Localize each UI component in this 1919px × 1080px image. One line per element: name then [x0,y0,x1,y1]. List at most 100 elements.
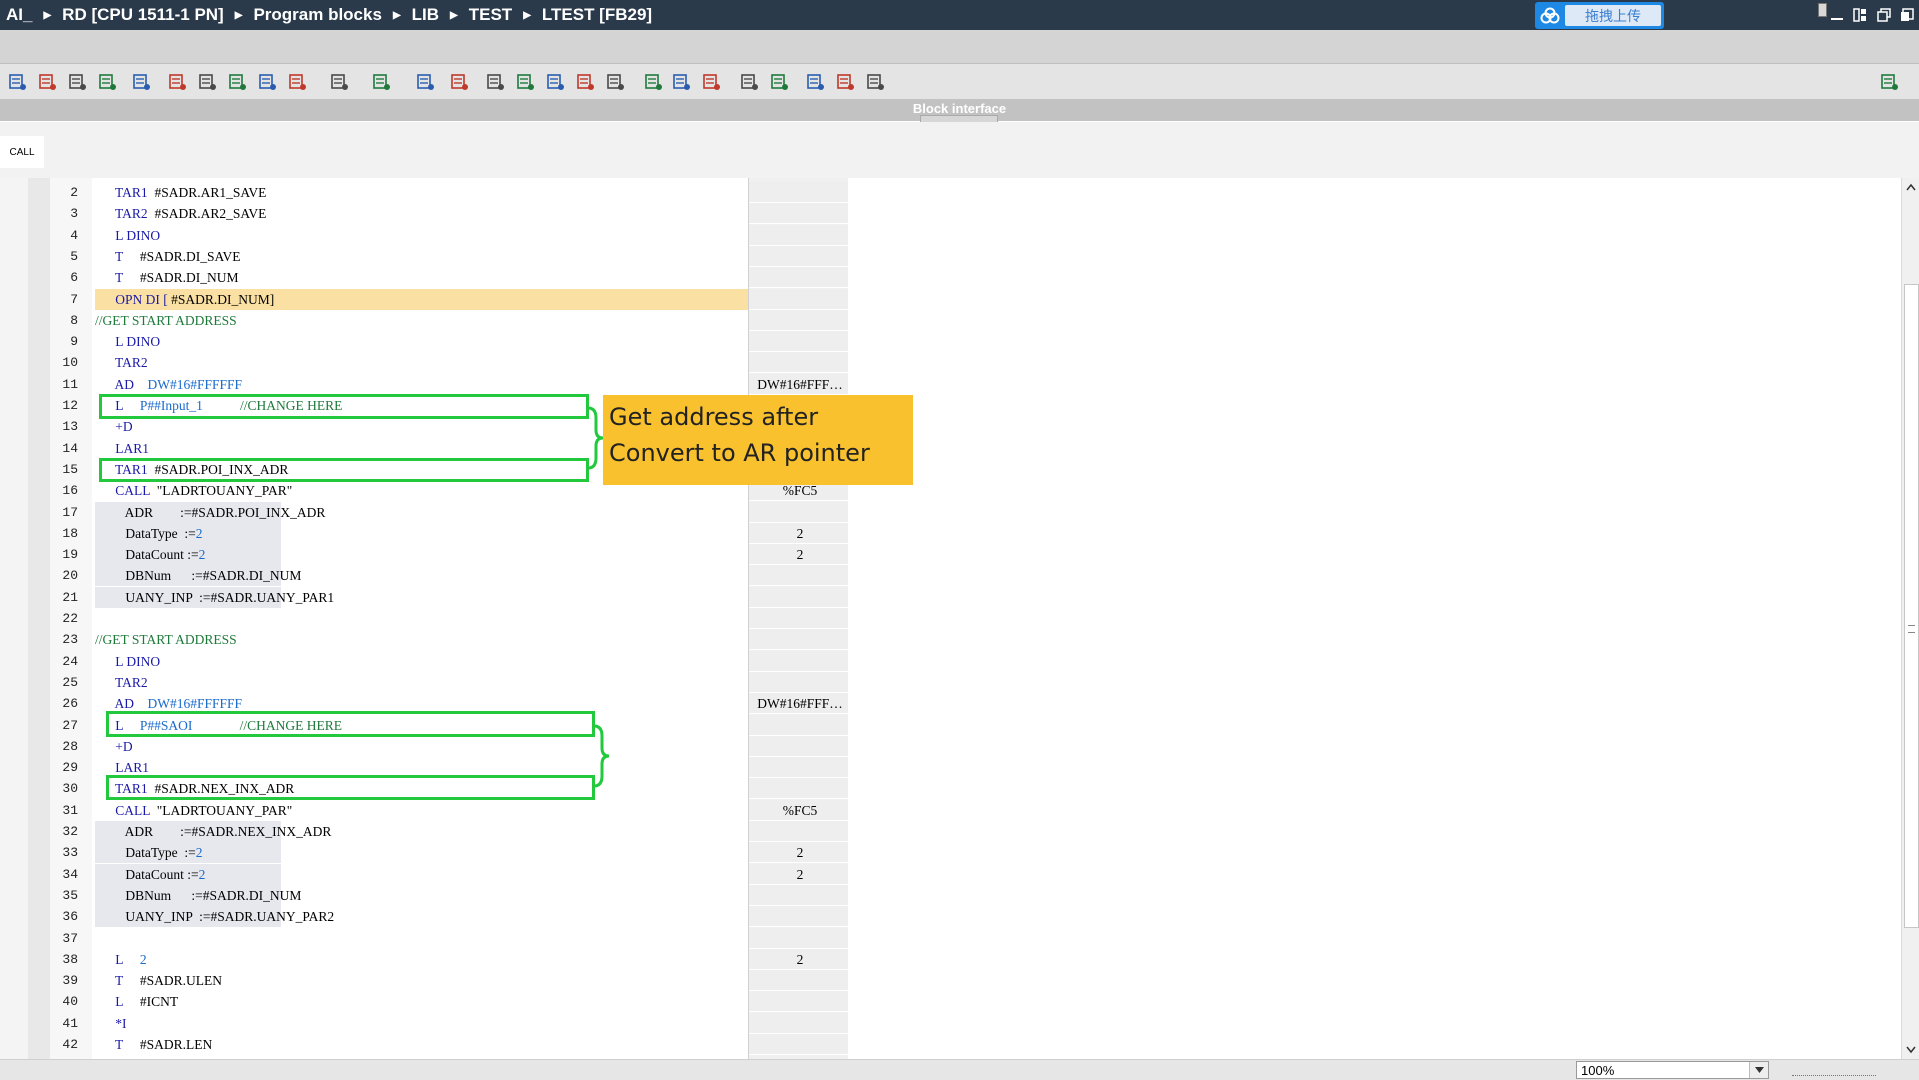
upload-button[interactable]: 拖拽上传 [1535,2,1664,29]
add-row-icon[interactable] [98,72,118,92]
code-line[interactable]: 14 LAR1 [0,437,1900,459]
code-line[interactable]: 24 L DINO [0,650,1900,672]
code-line[interactable]: 19 DataCount :=2 2 [0,544,1900,566]
indent-left-icon[interactable] [672,72,692,92]
settings-icon[interactable] [866,72,886,92]
code-text[interactable]: TAR1 #SADR.AR1_SAVE [95,185,266,201]
code-line[interactable]: 4 L DINO [0,224,1900,246]
code-text[interactable]: UANY_INP :=#SADR.UANY_PAR2 [95,909,334,925]
code-line[interactable]: 37 [0,927,1900,949]
vertical-scrollbar[interactable] [1901,178,1919,1059]
code-line[interactable]: 5 T #SADR.DI_SAVE [0,245,1900,267]
code-text[interactable]: L #ICNT [95,994,178,1010]
redo-icon[interactable] [770,72,790,92]
code-text[interactable]: L DINO [95,654,160,670]
code-text[interactable]: DBNum :=#SADR.DI_NUM [95,888,301,904]
code-text[interactable]: L DINO [95,228,160,244]
previous-icon[interactable] [644,72,664,92]
comment-icon[interactable] [258,72,278,92]
scroll-thumb[interactable] [1904,284,1919,928]
code-line[interactable]: 11 AD DW#16#FFFFFF DW#16#FFF… [0,373,1900,395]
code-text[interactable]: L 2 [95,952,146,968]
code-text[interactable]: L DINO [95,334,160,350]
code-text[interactable]: T #SADR.DI_NUM [95,270,239,286]
code-line[interactable]: 42 T #SADR.LEN [0,1034,1900,1055]
zoom-slider[interactable] [1792,1067,1876,1076]
stl-code-editor[interactable]: 2 TAR1 #SADR.AR1_SAVE 3 TAR2 #SADR.AR2_SA… [0,178,1901,1059]
close-icon[interactable] [1898,6,1916,24]
code-line[interactable]: 6 T #SADR.DI_NUM [0,267,1900,289]
zoom-slider-handle[interactable] [1818,3,1827,17]
close-all-icon[interactable] [330,72,350,92]
minimize-icon[interactable] [1828,6,1846,24]
code-line[interactable]: 38 L 22 [0,948,1900,970]
tab-call[interactable]: CALL [0,136,44,168]
code-text[interactable]: TAR2 #SADR.AR2_SAVE [95,206,266,222]
code-text[interactable]: UANY_INP :=#SADR.UANY_PAR1 [95,590,334,606]
code-text[interactable]: //GET START ADDRESS [95,632,237,648]
breadcrumb-item[interactable]: AI_ [6,5,32,25]
code-text[interactable]: *I [95,1016,126,1032]
breadcrumb-item[interactable]: LIB [412,5,439,25]
code-line[interactable]: 40 L #ICNT [0,991,1900,1013]
code-text[interactable]: CALL "LADRTOUANY_PAR" [95,803,292,819]
breadcrumb-item[interactable]: LTEST [FB29] [542,5,652,25]
code-line[interactable]: 3 TAR2 #SADR.AR2_SAVE [0,203,1900,225]
code-line[interactable]: 32 ADR :=#SADR.NEX_INX_ADR [0,821,1900,842]
code-line[interactable]: 28 +D [0,735,1900,757]
code-text[interactable]: AD DW#16#FFFFFF [95,377,243,393]
breadcrumb-item[interactable]: TEST [469,5,512,25]
breadcrumb-item[interactable]: Program blocks [253,5,382,25]
replace-icon[interactable] [836,72,856,92]
code-text[interactable]: AD DW#16#FFFFFF [95,696,243,712]
code-line[interactable]: 23 //GET START ADDRESS [0,629,1900,651]
scroll-up-icon[interactable] [1902,178,1919,196]
code-text[interactable]: //GET START ADDRESS [95,313,237,329]
code-line[interactable]: 20 DBNum :=#SADR.DI_NUM [0,565,1900,587]
indent-right-icon[interactable] [702,72,722,92]
code-line[interactable]: 2 TAR1 #SADR.AR1_SAVE [0,182,1900,203]
code-text[interactable]: OPN DI [ #SADR.DI_NUM] [95,292,274,308]
go-to-error-icon[interactable] [486,72,506,92]
panel-toggle-icon[interactable] [1880,72,1900,92]
monitor-on-icon[interactable] [576,72,596,92]
undo-icon[interactable] [740,72,760,92]
code-line[interactable]: 25 TAR2 [0,671,1900,693]
code-text[interactable]: T #SADR.ULEN [95,973,222,989]
list-view-icon[interactable] [228,72,248,92]
code-text[interactable]: DataCount :=2 [95,867,205,883]
code-line[interactable]: 31 CALL "LADRTOUANY_PAR" %FC5 [0,799,1900,821]
block-interface-header[interactable]: Block interface [0,99,1919,123]
code-line[interactable]: 35 DBNum :=#SADR.DI_NUM [0,884,1900,906]
code-text[interactable]: DBNum :=#SADR.DI_NUM [95,568,301,584]
code-line[interactable]: 34 DataCount :=2 2 [0,863,1900,885]
breadcrumb-item[interactable]: RD [CPU 1511-1 PN] [62,5,224,25]
code-text[interactable]: T #SADR.LEN [95,1037,212,1053]
code-text[interactable]: +D [95,739,132,755]
code-line[interactable]: 16 CALL "LADRTOUANY_PAR" %FC5 [0,480,1900,502]
favorites-icon[interactable] [450,72,470,92]
monitor-off-icon[interactable] [546,72,566,92]
tile-icon[interactable] [1851,6,1869,24]
code-text[interactable]: ADR :=#SADR.POI_INX_ADR [95,505,326,521]
code-text[interactable]: DataType :=2 [95,845,202,861]
code-line[interactable]: 8 //GET START ADDRESS [0,309,1900,331]
delete-network-icon[interactable] [38,72,58,92]
absolute-symbolic-icon[interactable] [132,72,152,92]
find-icon[interactable] [806,72,826,92]
chevron-down-icon[interactable] [1749,1062,1768,1078]
zoom-select[interactable]: 100% [1576,1061,1769,1079]
code-line[interactable]: 21 UANY_INP :=#SADR.UANY_PAR1 [0,586,1900,608]
code-line[interactable]: 33 DataType :=2 2 [0,842,1900,864]
code-text[interactable]: LAR1 [95,441,149,457]
code-text[interactable]: CALL "LADRTOUANY_PAR" [95,483,292,499]
code-text[interactable]: DataType :=2 [95,526,202,542]
code-line[interactable]: 39 T #SADR.ULEN [0,970,1900,992]
code-text[interactable]: DataCount :=2 [95,547,205,563]
code-line[interactable]: 10 TAR2 [0,352,1900,374]
code-line[interactable]: 13 +D [0,416,1900,438]
insert-network-icon[interactable] [8,72,28,92]
code-text[interactable]: +D [95,419,132,435]
code-line[interactable]: 41 *I [0,1012,1900,1034]
list-box-icon[interactable] [416,72,436,92]
